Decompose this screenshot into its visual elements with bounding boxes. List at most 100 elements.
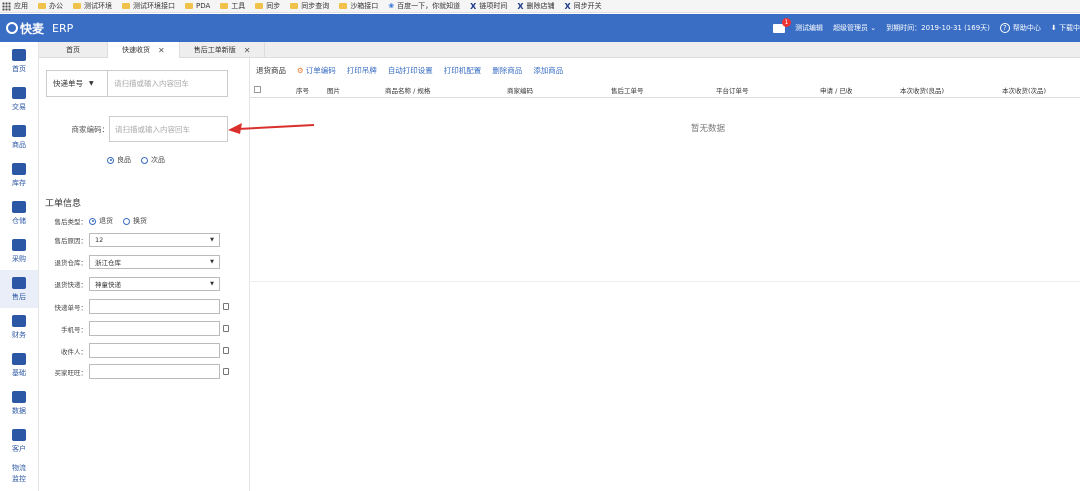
tracking-input[interactable]	[89, 299, 220, 314]
buyer-row: 买家旺旺：	[45, 364, 229, 379]
bookmark-item[interactable]: 同步查询	[290, 1, 329, 11]
sidebar-item-trade[interactable]: 交易	[0, 80, 38, 118]
reason-row: 售后原因： 12 ▼	[45, 233, 220, 247]
radio-dot	[141, 156, 148, 164]
reason-select[interactable]: 12 ▼	[89, 233, 220, 247]
express-scan-input[interactable]: 请扫描或输入内容回车	[107, 71, 227, 96]
copy-icon[interactable]	[223, 368, 229, 375]
caret-down-icon: ▼	[210, 259, 214, 265]
sidebar-item-customer[interactable]: 客户	[0, 422, 38, 460]
phone-row: 手机号：	[45, 321, 229, 336]
app-header: 快麦 ERP 1 测试编辑 超级管理员 ⌄ 到期时间：2019-10-31 (1…	[0, 14, 1080, 42]
download-center[interactable]: ⬇ 下载中	[1051, 23, 1080, 33]
select-label: 快递单号	[53, 79, 83, 88]
scan-panel: 快递单号 ▼ 请扫描或输入内容回车 商家编码： 请扫描或输入内容回车 良品 次品 …	[39, 58, 250, 491]
merchant-code-input[interactable]: 请扫描或输入内容回车	[109, 116, 228, 142]
sidebar-item-data[interactable]: 数据	[0, 384, 38, 422]
express-type-select[interactable]: 快递单号 ▼	[47, 78, 107, 89]
tab-quick-receive[interactable]: 快速收货 ✕	[108, 42, 180, 58]
bookmark-label: 办公	[49, 2, 63, 10]
mail-badge: 1	[782, 17, 792, 27]
chevron-down-icon: ⌄	[870, 24, 877, 32]
delete-goods-button[interactable]: 删除商品	[492, 65, 522, 76]
sidebar-item-aftersale[interactable]: 售后	[0, 270, 38, 308]
radio-exchange[interactable]: 换货	[123, 216, 147, 226]
customer-icon	[12, 428, 26, 441]
sidebar-item-stock[interactable]: 库存	[0, 156, 38, 194]
aftersale-icon	[12, 276, 26, 289]
help-center[interactable]: ? 帮助中心	[999, 23, 1041, 33]
sidebar-item-logistics[interactable]: 物流监控	[0, 460, 38, 488]
bookmark-label: 应用	[14, 2, 28, 10]
bookmark-item[interactable]: ❀ 百度一下，你就知道	[388, 1, 460, 11]
sidebar-item-home[interactable]: 首页	[0, 42, 38, 80]
bookmark-item[interactable]: X 链项时间	[470, 1, 507, 11]
folder-icon	[220, 3, 229, 9]
bookmark-label: 百度一下，你就知道	[397, 2, 461, 10]
sidebar-item-warehouse[interactable]: 仓储	[0, 194, 38, 232]
bookmark-item[interactable]: PDA	[185, 2, 210, 10]
bookmark-label: 同步	[266, 2, 281, 10]
order-code-button[interactable]: ⚙ 订单编码	[297, 65, 336, 76]
radio-dot	[123, 217, 130, 225]
sidebar-label: 库存	[12, 178, 26, 187]
express-company-select[interactable]: 神童快递 ▼	[89, 277, 220, 291]
field-label: 售后原因：	[54, 237, 88, 245]
receiver-row: 收件人：	[45, 343, 229, 358]
close-icon[interactable]: ✕	[158, 46, 165, 55]
copy-icon[interactable]	[223, 325, 229, 332]
chart-icon	[12, 390, 26, 403]
bookmark-item[interactable]: 测试环境	[73, 1, 112, 11]
print-tag-button[interactable]: 打印吊牌	[347, 65, 377, 76]
tracking-row: 快递单号：	[45, 299, 229, 314]
select-value: 12	[95, 236, 104, 244]
tab-aftersale-order[interactable]: 售后工单新版 ✕	[180, 42, 266, 58]
sidebar-item-purchase[interactable]: 采购	[0, 232, 38, 270]
column-header: 售后工单号	[611, 87, 644, 95]
auto-print-settings-button[interactable]: 自动打印设置	[388, 65, 433, 76]
bookmark-item[interactable]: X 同步开关	[565, 1, 602, 11]
folder-icon	[38, 3, 46, 9]
sidebar-label: 基础	[12, 368, 26, 377]
phone-input[interactable]	[89, 321, 220, 336]
logo[interactable]: 快麦 ERP	[0, 20, 73, 37]
radio-defective[interactable]: 次品	[141, 155, 165, 165]
bookmark-item[interactable]: X 删除店铺	[517, 1, 554, 11]
finance-icon	[12, 314, 26, 327]
copy-icon[interactable]	[223, 303, 229, 310]
app-name: ERP	[52, 21, 74, 35]
mail-icon[interactable]: 1	[773, 17, 792, 33]
tab-label: 快速收货	[122, 46, 150, 54]
tab-bar: 首页 快速收货 ✕ 售后工单新版 ✕	[39, 42, 1080, 58]
radio-good[interactable]: 良品	[107, 155, 131, 165]
sidebar-item-goods[interactable]: 商品	[0, 118, 38, 156]
bookmark-item[interactable]: 同步	[255, 1, 280, 11]
shop-name[interactable]: 测试编辑	[795, 23, 823, 33]
tab-home[interactable]: 首页	[39, 42, 108, 58]
bookmark-item[interactable]: 沙箱接口	[339, 1, 378, 11]
help-label: 帮助中心	[1012, 24, 1041, 32]
field-label: 售后类型：	[54, 218, 88, 226]
sidebar-item-basic[interactable]: 基础	[0, 346, 38, 384]
column-header: 平台订单号	[716, 87, 749, 95]
warehouse-select[interactable]: 浙江仓库 ▼	[89, 255, 220, 269]
printer-config-button[interactable]: 打印机配置	[444, 65, 482, 76]
select-all-checkbox[interactable]	[254, 86, 261, 93]
receiver-input[interactable]	[89, 343, 220, 358]
bookmarks-bar: 应用 办公 测试环境 测试环境接口 PDA 工具 同步 同步查询 沙箱接口 ❀ 百…	[0, 0, 1080, 13]
bookmark-apps[interactable]: 应用	[14, 1, 28, 11]
sidebar-item-finance[interactable]: 财务	[0, 308, 38, 346]
bookmark-item[interactable]: 测试环境接口	[122, 1, 175, 11]
sidebar-label: 售后	[12, 292, 26, 301]
bookmark-item[interactable]: 办公	[38, 1, 63, 11]
user-menu[interactable]: 超级管理员 ⌄	[833, 23, 876, 33]
quality-radio-group: 良品 次品	[107, 155, 175, 165]
express-scan-box: 快递单号 ▼ 请扫描或输入内容回车	[46, 70, 228, 97]
close-icon[interactable]: ✕	[244, 46, 251, 55]
bookmark-item[interactable]: 工具	[220, 1, 245, 11]
buyer-input[interactable]	[89, 364, 220, 379]
copy-icon[interactable]	[223, 347, 229, 354]
apps-icon[interactable]	[2, 2, 11, 11]
radio-return[interactable]: 退货	[89, 216, 113, 226]
add-goods-button[interactable]: 添加商品	[533, 65, 563, 76]
